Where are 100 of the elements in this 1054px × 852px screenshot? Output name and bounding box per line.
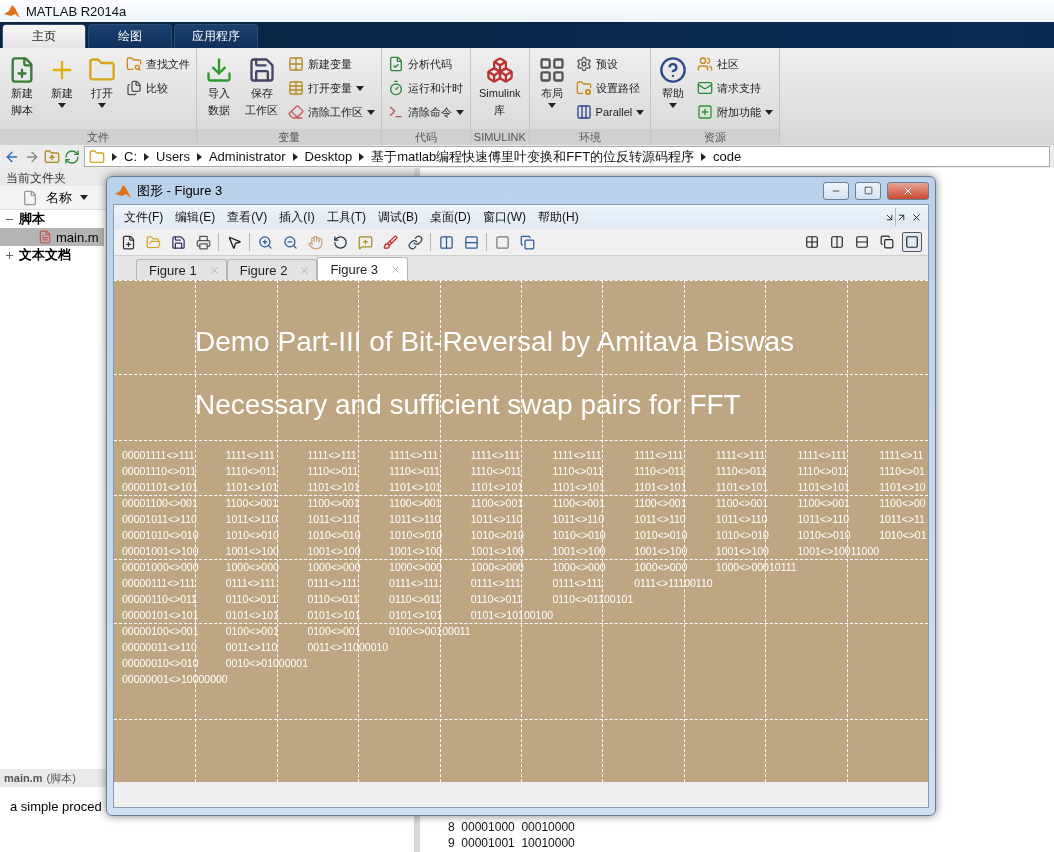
close-button[interactable]	[887, 181, 929, 200]
brush-icon	[382, 234, 398, 250]
columns-layout-icon	[830, 235, 844, 249]
swap-pair-label: 1010<>010	[796, 528, 852, 543]
ribbon-button[interactable]: 新建	[44, 54, 80, 129]
ribbon-button[interactable]: 布局	[533, 54, 570, 129]
table-icon	[288, 80, 304, 96]
swap-pair-label: 1001<>100	[469, 544, 525, 559]
swap-pair-label: 1010<>010	[551, 528, 607, 543]
ribbon-button[interactable]: 查找文件	[124, 54, 192, 74]
swap-pair-label: 1110<>011	[633, 464, 686, 479]
menu-item[interactable]: 窗口(W)	[476, 208, 532, 226]
swap-pair-label: 0100<>001	[306, 624, 362, 639]
detail-filename: main.m	[4, 772, 43, 784]
path-segment[interactable]: 基于matlab编程快速傅里叶变换和FFT的位反转源码程序	[371, 147, 695, 166]
menu-item[interactable]: 插入(I)	[273, 208, 321, 226]
ribbon-button[interactable]: 设置路径	[573, 78, 647, 98]
minimize-button[interactable]	[823, 181, 849, 200]
ribbon-button[interactable]: 分析代码	[386, 54, 466, 74]
swap-pair-label: 00000111<>111	[122, 576, 197, 591]
path-segment[interactable]: Users	[156, 149, 190, 164]
chevron-icon	[292, 152, 298, 161]
swap-pair-label: 0011<>110	[224, 640, 279, 655]
ribbon-button[interactable]: 导入 数据	[201, 54, 237, 129]
ribbon-button[interactable]: 清除工作区	[286, 102, 377, 122]
toolbar-button[interactable]	[405, 232, 425, 252]
menu-item[interactable]: 工具(T)	[320, 208, 372, 226]
maximize-button[interactable]	[855, 181, 881, 200]
ribbon-tab[interactable]: 绘图	[88, 24, 172, 48]
swap-pair-label: 1110<>011	[388, 464, 441, 479]
swap-pair-label: 1111<>111	[551, 448, 603, 463]
swap-pair-label: 1001<>100	[714, 544, 770, 559]
swap-pair-label: 1101<>101	[388, 480, 443, 495]
swap-pair-label: 1000<>000	[551, 560, 607, 575]
ribbon-button[interactable]: 新建变量	[286, 54, 377, 74]
ribbon-button[interactable]: 社区	[695, 54, 776, 74]
files-icon	[126, 80, 142, 96]
ribbon-tab[interactable]: 应用程序	[174, 24, 258, 48]
swap-pair-label: 1011<>110	[388, 512, 442, 527]
terminal-icon	[388, 104, 404, 120]
tree-item[interactable]: main.m	[0, 228, 104, 246]
ribbon-button[interactable]: 请求支持	[695, 78, 776, 98]
ribbon-button[interactable]: 保存 工作区	[241, 54, 282, 129]
ribbon-button[interactable]: 打开	[84, 54, 120, 129]
path-segment[interactable]: Administrator	[208, 149, 286, 164]
ribbon-button[interactable]: 预设	[573, 54, 647, 74]
legend-icon	[463, 234, 479, 250]
swap-pair-label: 1110<>011	[714, 464, 768, 479]
file-label: main.m	[56, 229, 99, 245]
folder-search-icon	[126, 56, 142, 72]
folder-label: 文本文档	[19, 246, 71, 264]
swap-pair-label: 0111<>111	[306, 576, 359, 591]
ribbon-button[interactable]: 清除命令	[386, 102, 466, 122]
menu-item[interactable]: 帮助(H)	[532, 208, 585, 226]
detail-type: (脚本)	[46, 770, 76, 786]
zoom-out-icon	[282, 234, 298, 250]
command-output-line: 8 00001000 00010000	[448, 819, 576, 835]
figure-tab[interactable]: Figure 1	[136, 259, 227, 280]
layout-icon	[537, 56, 566, 84]
address-field[interactable]: C: Users Administrator Desktop 基于matlab编程快速傅里叶变换和FFT的位反转源码程序 code	[84, 146, 1050, 167]
menu-item[interactable]: 编辑(E)	[169, 208, 222, 226]
tree-item[interactable]: 文本文档	[0, 246, 104, 264]
logo-icon	[115, 182, 131, 199]
figure-tab[interactable]: Figure 2	[226, 259, 318, 280]
swap-pair-label: 1100<>001	[633, 496, 688, 511]
ribbon-button[interactable]: 附加功能	[695, 102, 776, 122]
columns-icon	[575, 104, 592, 120]
ribbon-button[interactable]: 新建 脚本	[4, 54, 40, 129]
ribbon-button[interactable]: 比较	[124, 78, 192, 98]
column-header[interactable]: 名称	[46, 188, 72, 207]
folder-gear-icon	[575, 80, 592, 96]
folder-icon	[145, 234, 161, 250]
ribbon-button[interactable]: 运行和计时	[386, 78, 466, 98]
ribbon-button[interactable]: 打开变量	[286, 78, 377, 98]
ribbon-tab[interactable]: 主页	[2, 24, 86, 48]
ribbon-button[interactable]: Simulink 库	[475, 54, 525, 129]
rotate-icon	[332, 234, 348, 250]
path-segment[interactable]: Desktop	[304, 149, 353, 164]
swap-pair-label: 1010<>010	[388, 528, 444, 543]
swap-pair-label: 00001010<>010	[122, 528, 200, 543]
path-segment[interactable]: C:	[124, 149, 137, 164]
ribbon-button[interactable]: 帮助	[655, 54, 692, 129]
ribbon-button[interactable]: Parallel	[573, 102, 647, 122]
tree-item[interactable]: 脚本	[0, 210, 104, 228]
rows-layout-icon	[855, 235, 869, 249]
swap-pair-label: 1110<>011	[224, 464, 278, 479]
save-icon	[170, 234, 186, 250]
menu-item[interactable]: 文件(F)	[118, 208, 170, 226]
swap-pair-label: 1000<>000	[306, 560, 362, 575]
swap-pair-label: 1110<>011	[306, 464, 360, 479]
menu-item[interactable]: 调试(B)	[372, 208, 424, 226]
swap-pair-label: 00000010<>010	[122, 656, 200, 671]
swap-pair-label: 1010<>010	[633, 528, 689, 543]
swap-pair-label: 1101<>101	[469, 480, 525, 495]
close-icon	[208, 264, 220, 276]
layout-button[interactable]	[902, 232, 922, 252]
figure-tab[interactable]: Figure 3	[317, 257, 409, 280]
path-segment[interactable]: code	[713, 149, 742, 164]
menu-item[interactable]: 查看(V)	[221, 208, 274, 226]
menu-item[interactable]: 桌面(D)	[424, 208, 477, 226]
